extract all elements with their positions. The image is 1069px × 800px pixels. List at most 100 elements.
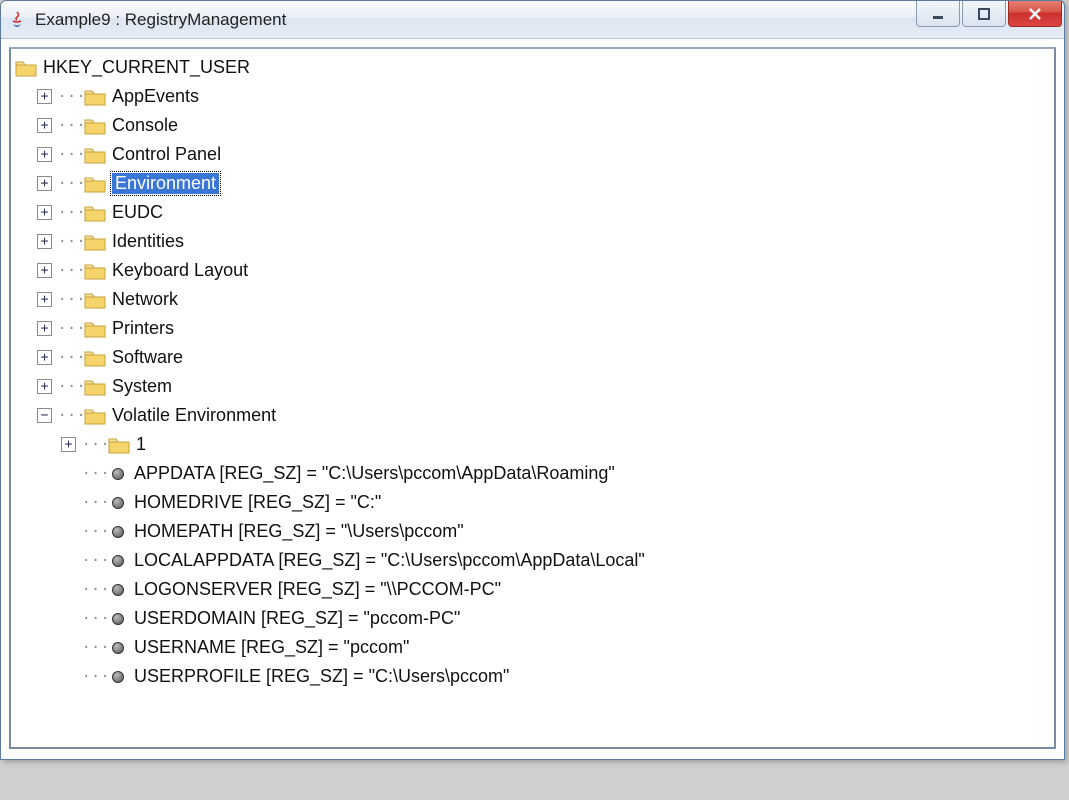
- titlebar[interactable]: Example9 : RegistryManagement: [1, 1, 1064, 39]
- folder-icon: [84, 175, 106, 193]
- tree-value[interactable]: ··· USERNAME [REG_SZ] = "pccom": [61, 633, 1052, 662]
- tree-folder[interactable]: +···Network: [37, 285, 1052, 314]
- expand-icon[interactable]: +: [37, 321, 52, 336]
- tree-connector: ···: [58, 234, 84, 250]
- tree-folder-volatile-environment[interactable]: − ··· Volatile Environment: [37, 401, 1052, 430]
- tree-folder-label: Console: [112, 115, 178, 136]
- tree-folder-label: System: [112, 376, 172, 397]
- expand-icon[interactable]: +: [37, 263, 52, 278]
- tree-value[interactable]: ··· APPDATA [REG_SZ] = "C:\Users\pccom\Ap…: [61, 459, 1052, 488]
- tree-connector: ···: [82, 611, 108, 627]
- tree-spacer: [61, 466, 76, 481]
- minimize-button[interactable]: [916, 1, 960, 27]
- folder-icon: [15, 59, 37, 77]
- tree-connector: ···: [82, 495, 108, 511]
- tree-connector: ···: [82, 582, 108, 598]
- tree-folder-label: Control Panel: [112, 144, 221, 165]
- tree-value-label: LOGONSERVER [REG_SZ] = "\\PCCOM-PC": [134, 579, 501, 600]
- collapse-icon[interactable]: −: [37, 408, 52, 423]
- tree-folder[interactable]: +···EUDC: [37, 198, 1052, 227]
- value-icon: [112, 555, 124, 567]
- folder-icon: [84, 291, 106, 309]
- tree-value[interactable]: ··· LOCALAPPDATA [REG_SZ] = "C:\Users\pcc…: [61, 546, 1052, 575]
- tree-value[interactable]: ···HOMEPATH [REG_SZ] = "\Users\pccom": [61, 517, 1052, 546]
- tree-folder[interactable]: + ··· Software: [37, 343, 1052, 372]
- tree-folder-label: Volatile Environment: [112, 405, 276, 426]
- folder-icon: [108, 436, 130, 454]
- tree-spacer: [61, 495, 76, 510]
- tree-connector: ···: [58, 176, 84, 192]
- tree-folder-label: Keyboard Layout: [112, 260, 248, 281]
- tree-folder-label: Environment: [112, 173, 219, 194]
- expand-icon[interactable]: +: [37, 176, 52, 191]
- value-icon: [112, 613, 124, 625]
- expand-icon[interactable]: +: [37, 350, 52, 365]
- tree-folder-label: Software: [112, 347, 183, 368]
- tree-connector: ···: [58, 350, 84, 366]
- folder-icon: [84, 378, 106, 396]
- tree-value-label: USERDOMAIN [REG_SZ] = "pccom-PC": [134, 608, 460, 629]
- tree-folder[interactable]: +···Keyboard Layout: [37, 256, 1052, 285]
- tree-connector: ···: [58, 408, 84, 424]
- folder-icon: [84, 262, 106, 280]
- tree-folder[interactable]: +···AppEvents: [37, 82, 1052, 111]
- expand-icon[interactable]: +: [37, 234, 52, 249]
- tree-value[interactable]: ···HOMEDRIVE [REG_SZ] = "C:": [61, 488, 1052, 517]
- tree-connector: ···: [58, 379, 84, 395]
- folder-icon: [84, 349, 106, 367]
- value-icon: [112, 497, 124, 509]
- expand-icon[interactable]: +: [37, 147, 52, 162]
- folder-icon: [84, 407, 106, 425]
- tree-value-label: USERNAME [REG_SZ] = "pccom": [134, 637, 409, 658]
- close-button[interactable]: [1008, 1, 1062, 27]
- tree-folder[interactable]: +···Console: [37, 111, 1052, 140]
- folder-icon: [84, 117, 106, 135]
- tree-value-label: APPDATA [REG_SZ] = "C:\Users\pccom\AppDa…: [134, 463, 615, 484]
- tree-folder[interactable]: + ··· Environment: [37, 169, 1052, 198]
- app-window: Example9 : RegistryManagement HKEY_CURRE…: [0, 0, 1065, 760]
- tree-connector: ···: [82, 553, 108, 569]
- tree-connector: ···: [82, 466, 108, 482]
- expand-icon[interactable]: +: [37, 379, 52, 394]
- tree-connector: ···: [58, 321, 84, 337]
- tree-value[interactable]: ··· LOGONSERVER [REG_SZ] = "\\PCCOM-PC": [61, 575, 1052, 604]
- value-icon: [112, 468, 124, 480]
- value-icon: [112, 526, 124, 538]
- tree-value[interactable]: ··· USERPROFILE [REG_SZ] = "C:\Users\pcco…: [61, 662, 1052, 691]
- tree-folder[interactable]: + ··· System: [37, 372, 1052, 401]
- tree-folder[interactable]: + ··· Printers: [37, 314, 1052, 343]
- window-title: Example9 : RegistryManagement: [35, 10, 286, 30]
- expand-icon[interactable]: +: [37, 118, 52, 133]
- expand-icon[interactable]: +: [37, 205, 52, 220]
- tree-folder[interactable]: + ··· Identities: [37, 227, 1052, 256]
- tree-spacer: [61, 611, 76, 626]
- value-icon: [112, 584, 124, 596]
- tree-panel[interactable]: HKEY_CURRENT_USER +···AppEvents+···Conso…: [9, 47, 1056, 749]
- tree-connector: ···: [82, 669, 108, 685]
- tree-connector: ···: [58, 292, 84, 308]
- tree-value[interactable]: ··· USERDOMAIN [REG_SZ] = "pccom-PC": [61, 604, 1052, 633]
- tree-connector: ···: [82, 524, 108, 540]
- value-icon: [112, 642, 124, 654]
- folder-icon: [84, 146, 106, 164]
- tree-value-label: USERPROFILE [REG_SZ] = "C:\Users\pccom": [134, 666, 509, 687]
- tree-folder[interactable]: +···Control Panel: [37, 140, 1052, 169]
- tree-connector: ···: [82, 437, 108, 453]
- expand-icon[interactable]: +: [37, 292, 52, 307]
- tree-spacer: [61, 669, 76, 684]
- tree-spacer: [61, 524, 76, 539]
- tree-folder-label: EUDC: [112, 202, 163, 223]
- tree-root[interactable]: HKEY_CURRENT_USER: [13, 53, 1052, 82]
- tree-subfolder-label: 1: [136, 434, 146, 455]
- tree-connector: ···: [82, 640, 108, 656]
- tree-folder-label: Identities: [112, 231, 184, 252]
- expand-icon[interactable]: +: [37, 89, 52, 104]
- registry-tree: HKEY_CURRENT_USER +···AppEvents+···Conso…: [13, 53, 1052, 691]
- maximize-button[interactable]: [962, 1, 1006, 27]
- java-icon: [7, 10, 27, 30]
- tree-folder-label: Printers: [112, 318, 174, 339]
- tree-root-label: HKEY_CURRENT_USER: [43, 57, 250, 78]
- tree-subfolder[interactable]: + ··· 1: [61, 430, 1052, 459]
- expand-icon[interactable]: +: [61, 437, 76, 452]
- tree-value-label: LOCALAPPDATA [REG_SZ] = "C:\Users\pccom\…: [134, 550, 645, 571]
